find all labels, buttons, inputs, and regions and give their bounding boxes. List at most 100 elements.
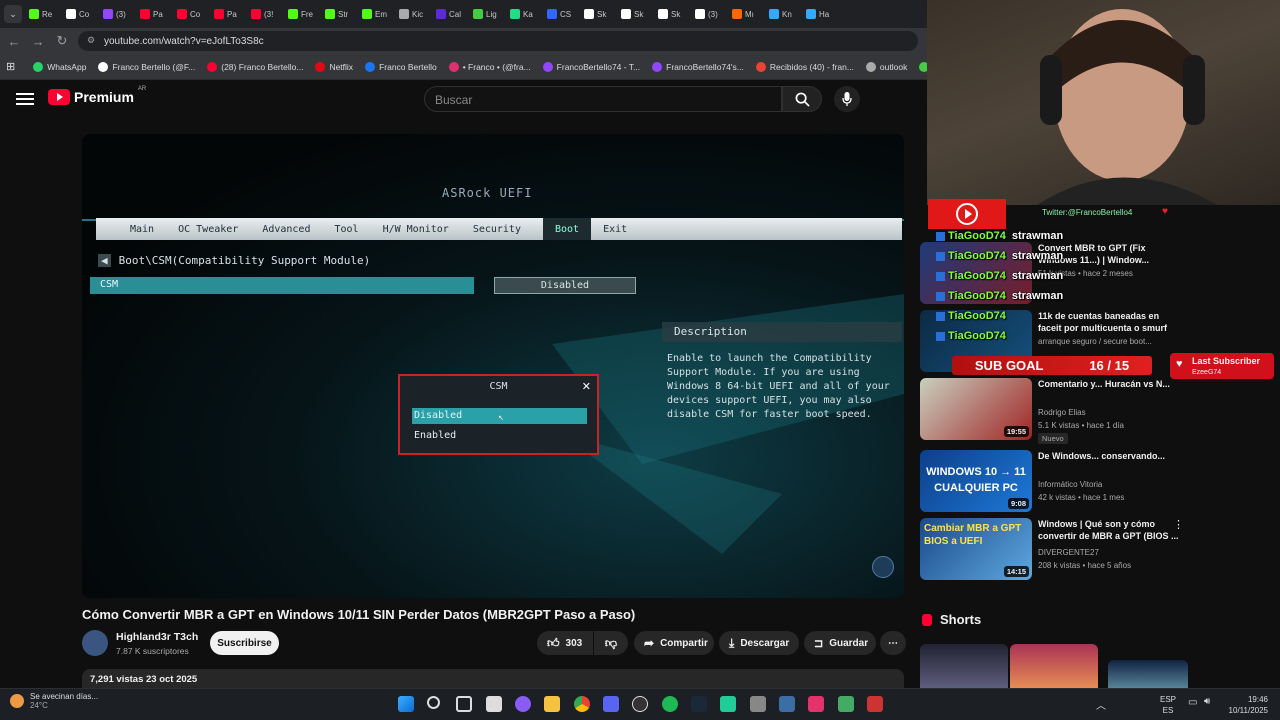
share-button[interactable]: ➦ Compartir [634,631,714,655]
more-vertical-icon[interactable]: ⋮ [1173,518,1184,531]
widgets-icon[interactable] [486,696,502,712]
last-subscriber: ♥ Last Subscriber EzeeG74 [1170,353,1274,379]
video-thumbnail[interactable]: Cambiar MBR a GPT BIOS a UEFI 14:15 [920,518,1032,580]
bookmark-label: outlook [879,61,908,72]
browser-tab[interactable]: Lig [470,3,507,25]
related-video[interactable]: WINDOWS 10 → 11 CUALQUIER PC 9:08 De Win… [920,450,1188,514]
channel-name[interactable]: Highland3r T3ch [116,631,198,643]
bookmark-icon: ⊐ [814,637,824,650]
dislike-button[interactable]: 👎︎ [594,631,628,655]
app-icon[interactable] [515,696,531,712]
browser-tab[interactable]: (3) [100,3,137,25]
bios-menu-item: OC Tweaker [178,223,239,235]
short-thumbnail[interactable] [1010,644,1098,694]
hamburger-menu-icon[interactable] [16,90,34,108]
forward-icon[interactable]: → [26,29,50,53]
app-icon[interactable] [720,696,736,712]
browser-tab[interactable]: Re [26,3,63,25]
bios-menu-bar: Main OC Tweaker Advanced Tool H/W Monitor Sec… [96,218,902,240]
chat-message: TiaGooD74 strawman [936,290,1063,302]
browser-tab[interactable]: (3) [692,3,729,25]
related-video[interactable]: Cambiar MBR a GPT BIOS a UEFI 14:15 Wind… [920,518,1188,582]
video-player[interactable]: ASRock UEFI Main OC Tweaker Advanced Tool H/… [82,134,904,598]
channel-avatar[interactable] [82,630,108,656]
bookmark[interactable]: FrancoBertello74 - T... [542,61,640,72]
search-input[interactable]: Buscar [424,86,782,112]
bookmark[interactable]: FrancoBertello74's... [652,61,744,72]
app-icon[interactable] [867,696,883,712]
thumbs-up-icon: 👍︎ [547,635,560,650]
search-button[interactable] [782,86,822,112]
browser-tab[interactable]: Em [359,3,396,25]
channel-watermark-icon[interactable] [872,556,894,578]
video-thumbnail[interactable]: WINDOWS 10 → 11 CUALQUIER PC 9:08 [920,450,1032,512]
browser-tab[interactable]: Sk [618,3,655,25]
browser-tab[interactable]: Str [322,3,359,25]
spotify-icon[interactable] [662,696,678,712]
bios-menu-item: Main [130,223,155,235]
browser-tab[interactable]: Kn [766,3,803,25]
browser-tab[interactable]: Cal [433,3,470,25]
save-button[interactable]: ⊐ Guardar [804,631,876,655]
browser-tab[interactable]: Sk [581,3,618,25]
tray-chevron-icon[interactable]: ︿ [1096,697,1106,712]
network-icon[interactable]: ▭ [1188,697,1197,708]
voice-search-button[interactable] [834,86,860,112]
browser-tab[interactable]: Co [174,3,211,25]
browser-tab[interactable]: CS [544,3,581,25]
site-info-icon[interactable]: ⚙ [87,35,95,46]
file-explorer-icon[interactable] [544,696,560,712]
shorts-icon [922,613,932,626]
browser-tab[interactable]: Sk [655,3,692,25]
weather-widget[interactable]: Se avecinan días... 24°C [10,692,98,710]
apps-grid-icon[interactable]: ⊞ [6,60,15,73]
related-video[interactable]: 19:55 Comentario y... Huracán vs N... Ro… [920,378,1188,444]
short-thumbnail[interactable] [920,644,1008,694]
clock[interactable]: 19:46 10/11/2025 [1222,694,1268,716]
youtube-premium-logo[interactable]: Premium AR [48,86,146,105]
steam-icon[interactable] [691,696,707,712]
app-icon[interactable] [808,696,824,712]
app-icon[interactable] [779,696,795,712]
browser-tab[interactable]: Ha [803,3,840,25]
bookmark[interactable]: • Franco • (@fra... [448,61,531,72]
back-icon[interactable]: ← [2,29,26,53]
task-view-icon[interactable] [456,696,472,712]
bookmark[interactable]: WhatsApp [33,61,86,72]
bookmark[interactable]: Recibidos (40) - fran... [755,61,854,72]
views-date: 7,291 vistas 23 oct 2025 [90,674,198,685]
browser-tab[interactable]: Pa [211,3,248,25]
download-button[interactable]: ⤓ Descargar [719,631,799,655]
browser-tab[interactable]: (3! [248,3,285,25]
tab-search-icon[interactable]: ⌄ [4,5,22,23]
browser-tab[interactable]: Ka [507,3,544,25]
start-icon[interactable] [398,696,414,712]
subscribe-button[interactable]: Suscribirse [210,631,279,655]
more-actions-button[interactable]: ⋯ [880,631,906,655]
reload-icon[interactable]: ↻ [50,29,74,53]
volume-icon[interactable]: 🔊︎ [1204,696,1210,707]
app-icon[interactable] [750,696,766,712]
subscriber-count: 7.87 K suscriptores [116,646,189,656]
browser-tab[interactable]: Fre [285,3,322,25]
browser-tab[interactable]: Kic [396,3,433,25]
search-icon[interactable] [427,696,440,709]
discord-icon[interactable] [603,696,619,712]
browser-tab[interactable]: Pa [137,3,174,25]
bookmark[interactable]: Netflix [315,61,353,72]
chrome-icon[interactable] [574,696,590,712]
like-button[interactable]: 👍︎ 303 [537,631,593,655]
bookmark[interactable]: Franco Bertello (@F... [98,61,195,72]
browser-tab[interactable]: Mı [729,3,766,25]
bookmark[interactable]: outlook [865,61,908,72]
language-indicator[interactable]: ESP ES [1160,694,1176,716]
url-field[interactable]: ⚙ youtube.com/watch?v=eJofLTo3S8c [78,31,918,51]
bookmark[interactable]: (28) Franco Bertello... [207,61,303,72]
video-thumbnail[interactable]: 19:55 [920,378,1032,440]
obs-icon[interactable] [632,696,648,712]
bookmark[interactable]: Franco Bertello [365,61,437,72]
tab-favicon-icon [473,9,483,19]
bios-menu-item: H/W Monitor [382,223,449,235]
browser-tab[interactable]: Co [63,3,100,25]
app-icon[interactable] [838,696,854,712]
